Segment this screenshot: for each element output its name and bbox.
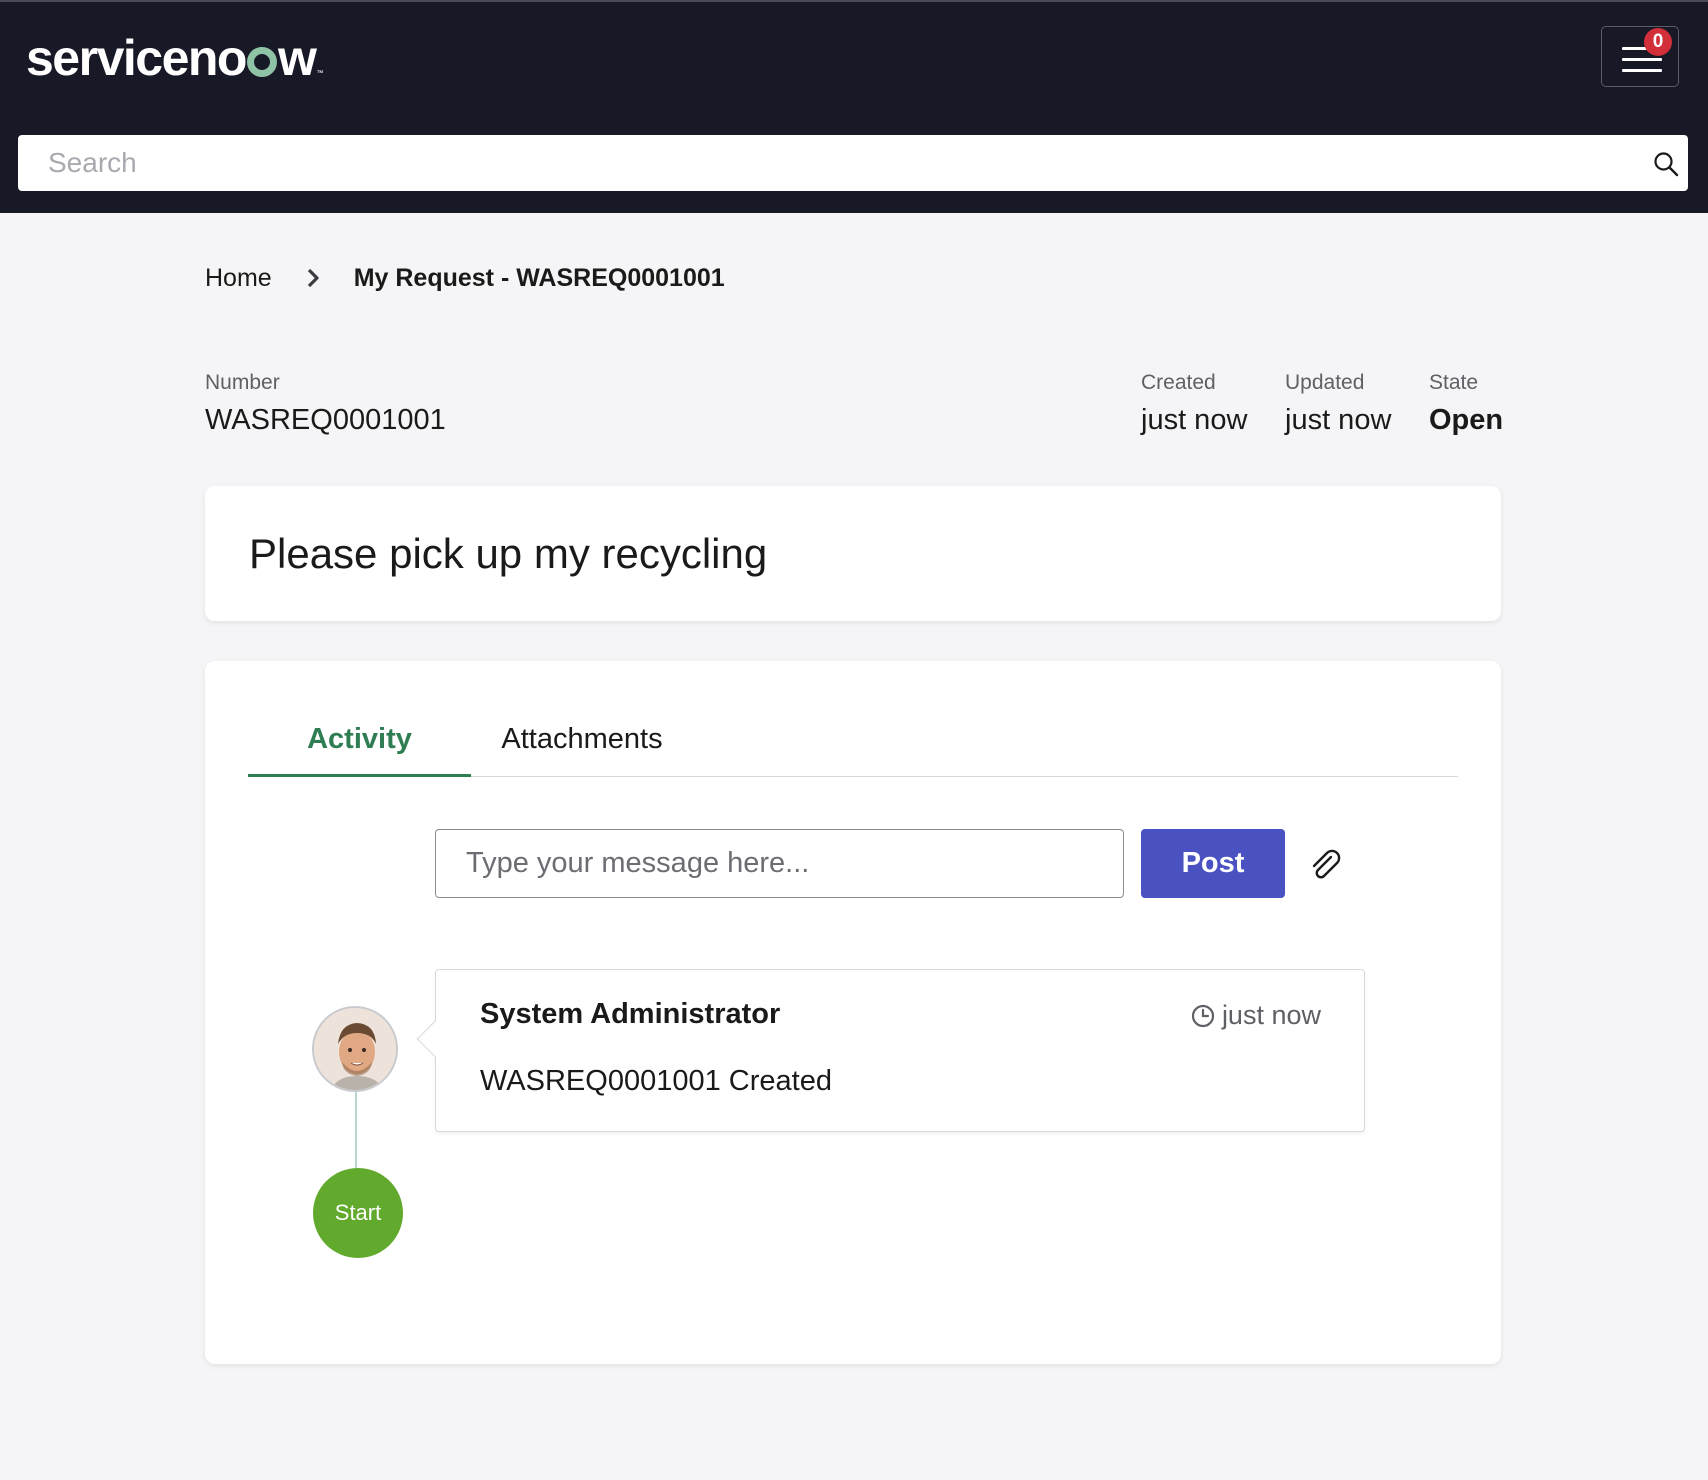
entry-author: System Administrator <box>480 998 781 1030</box>
logo-o-mark <box>246 47 277 77</box>
entry-pointer <box>416 1020 454 1058</box>
entry-time-text: just now <box>1221 1000 1321 1030</box>
state-label: State <box>1429 371 1479 394</box>
breadcrumb: Home My Request - WASREQ0001001 <box>205 258 725 298</box>
chevron-right-icon <box>307 268 319 288</box>
notification-badge: 0 <box>1644 28 1672 56</box>
logo-text: serviceno <box>26 30 247 86</box>
tab-bar: Activity Attachments <box>248 711 1458 777</box>
post-button[interactable]: Post <box>1141 829 1285 898</box>
search-bar <box>18 135 1688 191</box>
number-label: Number <box>205 371 280 394</box>
number-value: WASREQ0001001 <box>205 404 446 436</box>
updated-value: just now <box>1285 404 1392 436</box>
state-value: Open <box>1429 404 1504 436</box>
paperclip-icon[interactable] <box>1309 847 1343 881</box>
entry-timestamp: just now <box>1190 1000 1321 1031</box>
tab-attachments[interactable]: Attachments <box>471 711 693 777</box>
timeline-connector <box>355 1092 357 1168</box>
search-icon[interactable] <box>1652 150 1680 178</box>
tab-activity[interactable]: Activity <box>248 711 471 777</box>
logo-trademark: ™ <box>316 70 323 77</box>
servicenow-logo[interactable]: serviceno w ™ <box>26 30 323 86</box>
activity-entry: System Administrator just now WASREQ0001… <box>416 969 1365 1132</box>
message-input[interactable] <box>435 829 1124 898</box>
clock-icon <box>1191 1004 1215 1027</box>
created-label: Created <box>1141 371 1216 394</box>
breadcrumb-current: My Request - WASREQ0001001 <box>353 263 725 292</box>
activity-card: Activity Attachments Post Start System A… <box>205 661 1501 1364</box>
request-title: Please pick up my recycling <box>249 530 768 577</box>
entry-message: WASREQ0001001 Created <box>480 1065 832 1097</box>
search-input[interactable] <box>18 135 1618 191</box>
updated-label: Updated <box>1285 371 1365 394</box>
timeline-start-node: Start <box>313 1168 403 1258</box>
breadcrumb-home-link[interactable]: Home <box>205 264 272 293</box>
request-title-card: Please pick up my recycling <box>205 486 1501 621</box>
created-value: just now <box>1141 404 1248 436</box>
logo-text-end: w <box>277 30 317 86</box>
user-avatar <box>312 1006 398 1092</box>
top-navigation-bar: serviceno w ™ 0 <box>0 0 1708 213</box>
avatar-portrait <box>314 1008 396 1090</box>
